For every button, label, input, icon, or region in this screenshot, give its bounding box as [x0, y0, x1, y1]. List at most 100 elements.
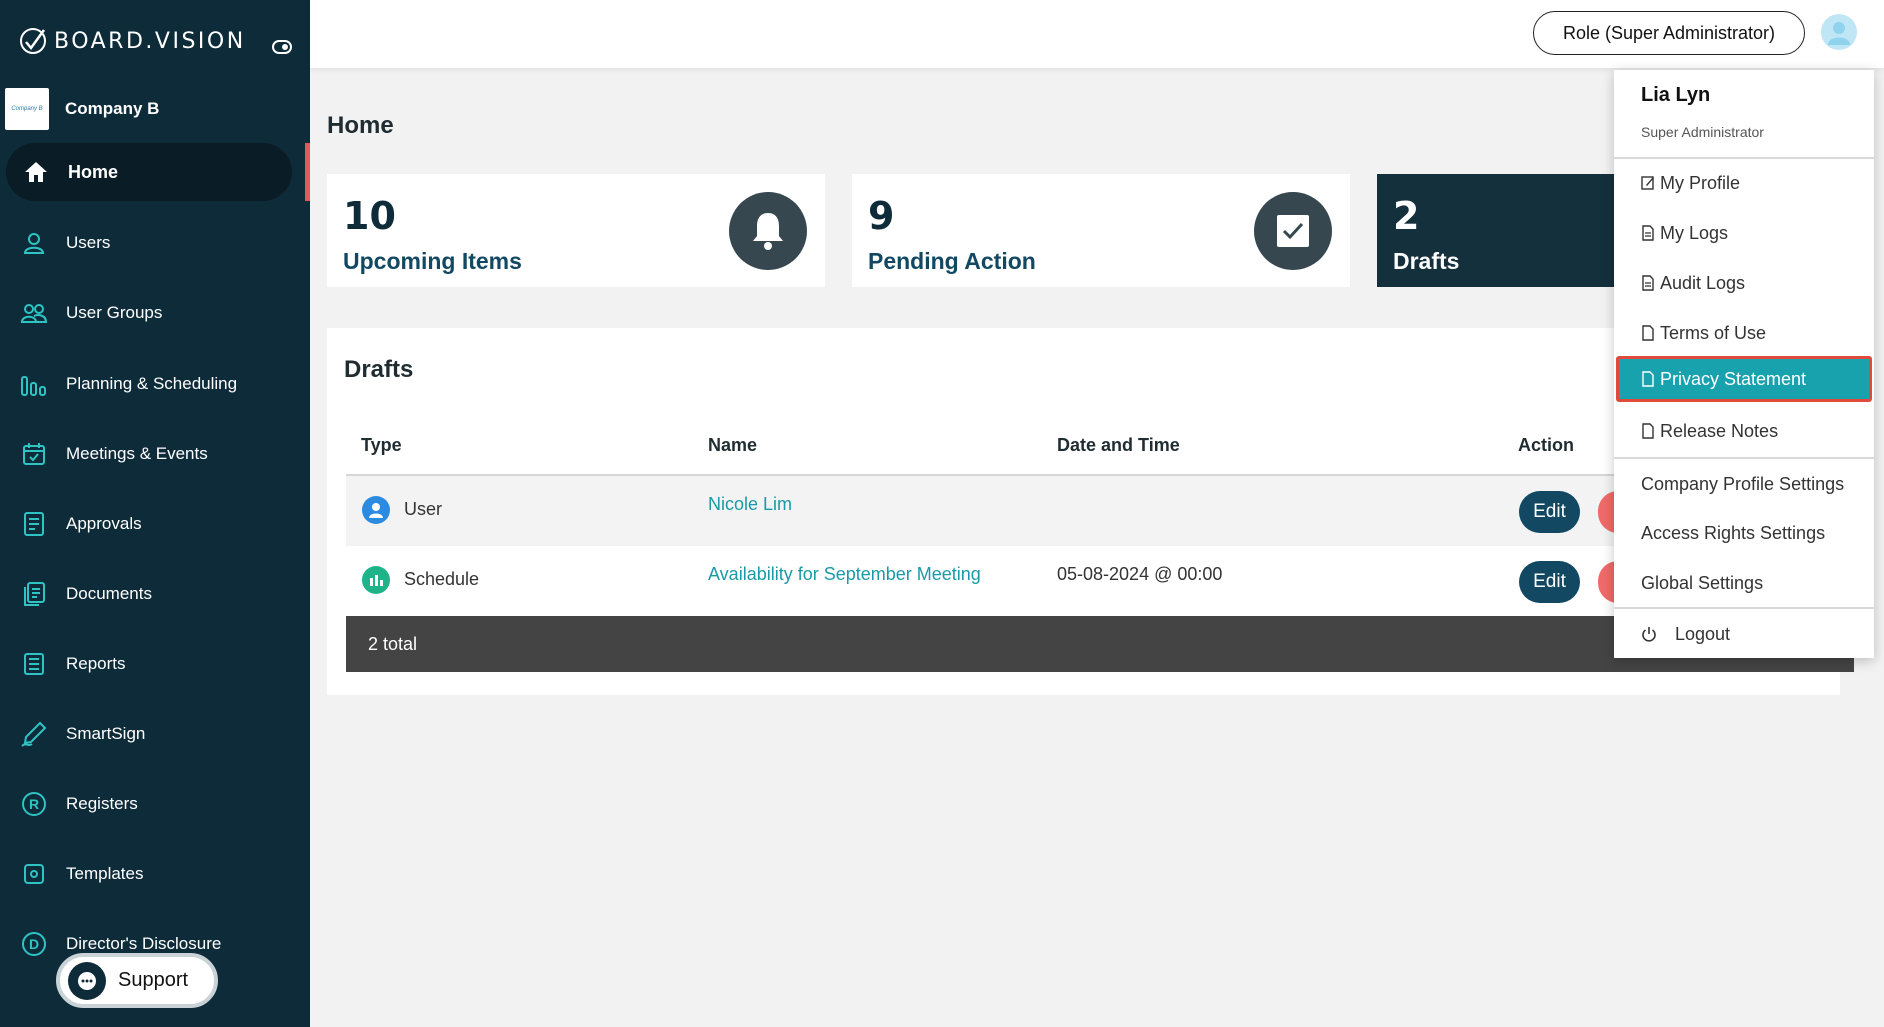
brand-name: BOARD.VISION — [54, 28, 246, 54]
menu-divider — [1614, 457, 1874, 459]
company-selector[interactable]: Company B Company B — [5, 88, 159, 130]
user-name: Lia Lyn — [1641, 84, 1711, 106]
edit-button[interactable]: Edit — [1519, 561, 1580, 603]
upcoming-items-card[interactable]: 10 Upcoming Items — [327, 174, 825, 287]
board-vision-logo-icon — [20, 28, 46, 54]
bar-chart-icon — [20, 370, 48, 398]
menu-item-terms-of-use[interactable]: Terms of Use — [1614, 310, 1874, 356]
sidebar-item-smartsign[interactable]: SmartSign — [0, 705, 310, 763]
file-icon — [1642, 325, 1654, 341]
registers-icon: R — [20, 790, 48, 818]
sidebar-item-label: Documents — [66, 584, 152, 603]
row-name-link[interactable]: Nicole Lim — [708, 494, 792, 515]
user-icon — [20, 229, 48, 257]
sidebar-item-label: User Groups — [66, 303, 163, 322]
menu-item-label: Company Profile Settings — [1641, 473, 1845, 494]
menu-item-company-profile-settings[interactable]: Company Profile Settings — [1614, 461, 1874, 507]
menu-item-label: Global Settings — [1641, 572, 1764, 593]
sidebar-toggle-icon[interactable] — [271, 36, 293, 58]
schedule-type-icon — [362, 566, 390, 594]
document-icon — [1642, 275, 1654, 291]
sidebar-item-label: Templates — [66, 864, 144, 883]
menu-divider — [1614, 157, 1874, 159]
sidebar-item-documents[interactable]: Documents — [0, 565, 310, 623]
column-header-type[interactable]: Type — [361, 435, 402, 456]
reports-icon — [20, 650, 48, 678]
sidebar-item-users[interactable]: Users — [0, 214, 310, 272]
sidebar-item-label: Planning & Scheduling — [66, 374, 238, 393]
card-label: Pending Action — [868, 248, 1036, 274]
menu-item-global-settings[interactable]: Global Settings — [1614, 560, 1874, 606]
column-header-action: Action — [1518, 435, 1574, 455]
card-value: 9 — [868, 194, 895, 238]
menu-item-my-profile[interactable]: My Profile — [1614, 160, 1874, 206]
sidebar-item-label: Reports — [66, 654, 126, 673]
home-icon — [22, 158, 50, 186]
file-icon — [1642, 371, 1654, 387]
sidebar: BOARD.VISION Company B Company B Home Us… — [0, 0, 310, 1027]
company-logo: Company B — [5, 88, 49, 130]
brand-logo[interactable]: BOARD.VISION — [18, 26, 246, 56]
menu-item-label: Access Rights Settings — [1641, 522, 1826, 543]
disclosure-icon: D — [20, 930, 48, 958]
sidebar-item-label: Users — [66, 233, 111, 252]
company-name: Company B — [65, 99, 160, 118]
menu-item-label: My Profile — [1660, 172, 1741, 193]
menu-item-release-notes[interactable]: Release Notes — [1614, 408, 1874, 454]
user-avatar[interactable] — [1821, 14, 1857, 50]
sidebar-item-reports[interactable]: Reports — [0, 635, 310, 693]
column-header-date[interactable]: Date and Time — [1057, 435, 1180, 456]
menu-item-label: Release Notes — [1660, 420, 1779, 441]
sidebar-item-planning[interactable]: Planning & Scheduling — [0, 355, 310, 413]
menu-item-logout[interactable]: Logout — [1614, 611, 1874, 657]
documents-icon — [20, 580, 48, 608]
calendar-icon — [20, 440, 48, 468]
user-type-icon — [362, 496, 390, 524]
support-label: Support — [118, 969, 189, 991]
sidebar-item-templates[interactable]: Templates — [0, 845, 310, 903]
menu-item-label: Logout — [1675, 623, 1731, 644]
card-label: Upcoming Items — [343, 248, 522, 274]
edit-icon — [1641, 176, 1654, 190]
power-icon — [1642, 627, 1656, 642]
support-button[interactable]: Support — [56, 953, 218, 1008]
pending-action-card[interactable]: 9 Pending Action — [852, 174, 1350, 287]
row-name-link[interactable]: Availability for September Meeting — [708, 564, 981, 585]
row-type: Schedule — [404, 569, 480, 589]
menu-item-label: Privacy Statement — [1660, 368, 1807, 389]
user-menu-dropdown: Lia Lyn Super Administrator My Profile M… — [1614, 70, 1874, 658]
sidebar-item-label: Meetings & Events — [66, 444, 208, 463]
drafts-title: Drafts — [344, 356, 414, 383]
menu-item-my-logs[interactable]: My Logs — [1614, 210, 1874, 256]
page-title: Home — [327, 112, 394, 139]
sidebar-item-label: Home — [68, 161, 119, 182]
sidebar-item-registers[interactable]: R Registers — [0, 775, 310, 833]
user-group-icon — [20, 299, 48, 327]
menu-item-access-rights-settings[interactable]: Access Rights Settings — [1614, 510, 1874, 556]
menu-divider — [1614, 607, 1874, 609]
document-icon — [1642, 225, 1654, 241]
edit-button[interactable]: Edit — [1519, 491, 1580, 533]
sidebar-item-meetings[interactable]: Meetings & Events — [0, 425, 310, 483]
company-logo-text: Company B — [11, 106, 43, 112]
total-count: 2 total — [368, 633, 418, 654]
sidebar-item-label: Approvals — [66, 514, 142, 533]
chat-icon — [68, 961, 106, 1000]
sidebar-item-user-groups[interactable]: User Groups — [0, 284, 310, 342]
svg-text:D: D — [29, 936, 39, 952]
check-icon — [1254, 192, 1332, 270]
file-icon — [1642, 423, 1654, 439]
card-value: 10 — [343, 194, 396, 238]
menu-item-audit-logs[interactable]: Audit Logs — [1614, 260, 1874, 306]
menu-item-label: My Logs — [1660, 222, 1729, 243]
sidebar-item-home[interactable]: Home — [6, 143, 292, 201]
card-value: 2 — [1393, 194, 1420, 238]
sidebar-item-approvals[interactable]: Approvals — [0, 495, 310, 553]
bell-icon — [729, 192, 807, 270]
role-button[interactable]: Role (Super Administrator) — [1533, 11, 1805, 55]
menu-item-label: Audit Logs — [1660, 272, 1746, 293]
sidebar-item-label: Director's Disclosure — [66, 934, 222, 953]
row-datetime: 05-08-2024 @ 00:00 — [1057, 564, 1223, 584]
column-header-name[interactable]: Name — [708, 435, 757, 456]
menu-item-privacy-statement[interactable]: Privacy Statement — [1616, 356, 1872, 402]
